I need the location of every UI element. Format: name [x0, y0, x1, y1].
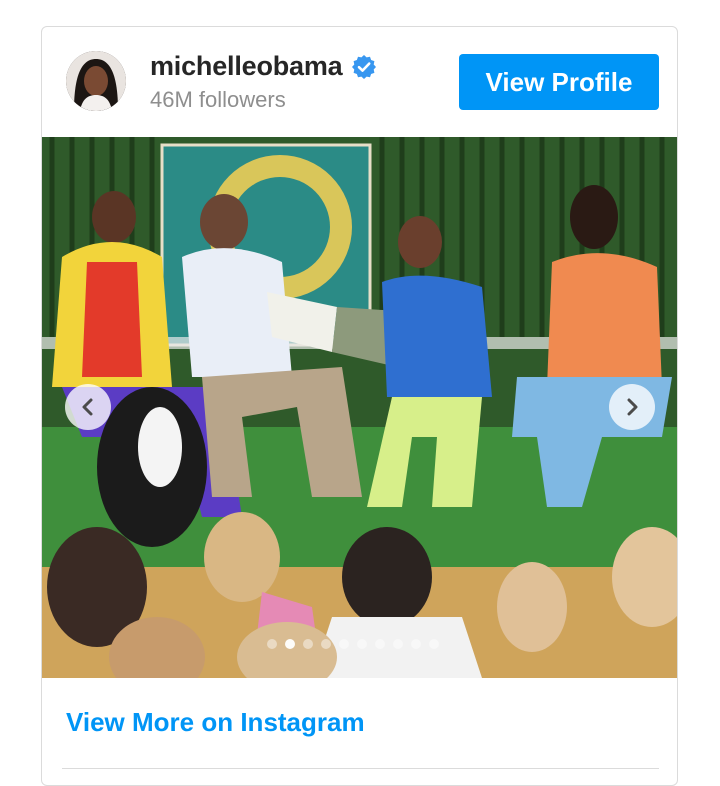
view-more-on-instagram-link[interactable]: View More on Instagram	[66, 707, 365, 738]
carousel-next-button[interactable]	[609, 384, 655, 430]
follower-count: 46M followers	[150, 87, 286, 112]
carousel-indicator	[267, 639, 439, 649]
carousel-dot	[375, 639, 385, 649]
carousel-prev-button[interactable]	[65, 384, 111, 430]
chevron-left-icon	[82, 398, 93, 416]
view-profile-button[interactable]: View Profile	[459, 54, 659, 110]
instagram-embed-card: michelleobama 46M followers View Profile	[41, 26, 678, 786]
carousel-dot	[357, 639, 367, 649]
post-photo	[42, 137, 677, 678]
avatar[interactable]	[66, 51, 126, 111]
username[interactable]: michelleobama	[150, 51, 343, 82]
post-image[interactable]	[42, 137, 677, 678]
carousel-dot	[303, 639, 313, 649]
divider	[62, 768, 659, 769]
carousel-dot	[267, 639, 277, 649]
verified-badge-icon	[352, 54, 377, 79]
carousel-dot	[321, 639, 331, 649]
username-row: michelleobama	[150, 51, 377, 82]
carousel-dot	[285, 639, 295, 649]
profile-header: michelleobama 46M followers View Profile	[42, 27, 677, 137]
carousel-dot	[393, 639, 403, 649]
carousel-dot	[339, 639, 349, 649]
chevron-right-icon	[627, 398, 638, 416]
carousel-dot	[411, 639, 421, 649]
carousel-dot	[429, 639, 439, 649]
